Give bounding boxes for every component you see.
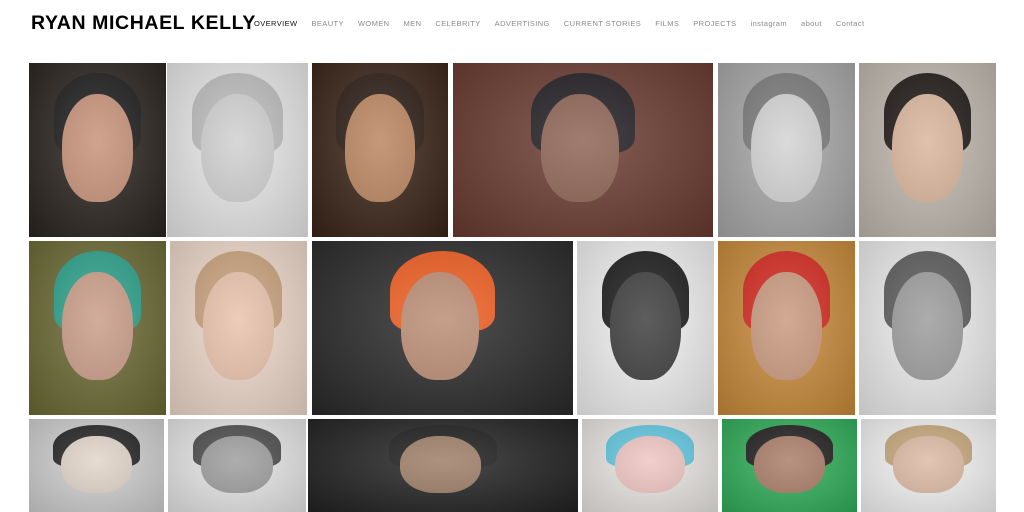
photo-hair-shape (883, 73, 972, 154)
photo-face-shape (541, 94, 620, 203)
photo-face-shape (891, 272, 964, 381)
portfolio-photo[interactable] (859, 63, 996, 237)
portfolio-photo[interactable] (577, 241, 714, 415)
portfolio-photo[interactable] (312, 63, 448, 237)
photo-hair-shape (531, 73, 635, 154)
portfolio-photo[interactable] (859, 241, 996, 415)
photo-face-shape (202, 272, 275, 381)
photo-face-shape (61, 272, 134, 381)
photo-face-shape (200, 94, 275, 203)
photo-face-shape (750, 94, 823, 203)
photo-hair-shape (53, 424, 140, 468)
portfolio-photo[interactable] (308, 419, 578, 512)
portfolio-photo[interactable] (718, 63, 855, 237)
portfolio-grid (0, 0, 1024, 512)
photo-face-shape (61, 94, 134, 203)
photo-hair-shape (53, 73, 142, 154)
photo-face-shape (754, 435, 825, 494)
photo-hair-shape (742, 73, 831, 154)
photo-face-shape (614, 435, 686, 494)
photo-face-shape (201, 435, 273, 494)
photo-hair-shape (742, 251, 831, 332)
photo-face-shape (609, 272, 682, 381)
photo-hair-shape (601, 251, 690, 332)
photo-hair-shape (606, 424, 694, 468)
photo-hair-shape (194, 251, 283, 332)
portfolio-photo[interactable] (722, 419, 857, 512)
photo-hair-shape (192, 424, 282, 468)
photo-face-shape (891, 94, 964, 203)
portfolio-photo[interactable] (29, 63, 166, 237)
photo-face-shape (399, 435, 481, 494)
portfolio-photo[interactable] (453, 63, 713, 237)
photo-hair-shape (883, 251, 972, 332)
photo-hair-shape (336, 73, 424, 154)
portfolio-photo[interactable] (167, 63, 308, 237)
photo-hair-shape (390, 251, 495, 332)
photo-face-shape (750, 272, 823, 381)
photo-hair-shape (192, 73, 283, 154)
photo-hair-shape (389, 424, 497, 468)
portfolio-photo[interactable] (861, 419, 996, 512)
photo-face-shape (61, 435, 132, 494)
photo-hair-shape (746, 424, 833, 468)
photo-hair-shape (53, 251, 142, 332)
photo-face-shape (344, 94, 416, 203)
photo-face-shape (400, 272, 480, 381)
photo-hair-shape (885, 424, 972, 468)
portfolio-photo[interactable] (312, 241, 573, 415)
portfolio-photo[interactable] (170, 241, 307, 415)
portfolio-photo[interactable] (29, 241, 166, 415)
photo-face-shape (893, 435, 964, 494)
portfolio-photo[interactable] (582, 419, 718, 512)
portfolio-photo[interactable] (29, 419, 164, 512)
portfolio-photo[interactable] (718, 241, 855, 415)
portfolio-photo[interactable] (168, 419, 306, 512)
